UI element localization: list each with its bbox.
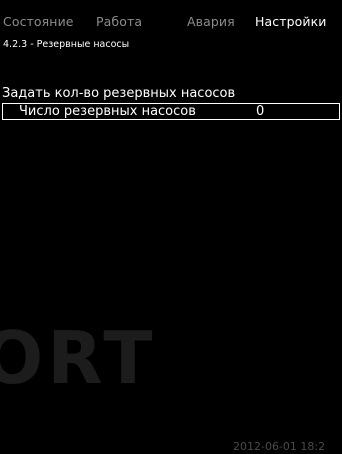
tab-status[interactable]: Состояние	[3, 15, 74, 29]
tab-alarm[interactable]: Авария	[187, 15, 235, 29]
tab-operation[interactable]: Работа	[96, 15, 142, 29]
setting-label: Число резервных насосов	[19, 104, 196, 119]
datetime-readout: 2012-06-01 18:2	[233, 440, 326, 453]
breadcrumb: 4.2.3 - Резервные насосы	[3, 39, 130, 50]
tab-settings[interactable]: Настройки	[255, 15, 327, 29]
menu-tabs: Состояние Работа Авария Настройки	[0, 0, 342, 36]
section-title: Задать кол-во резервных насосов	[2, 86, 236, 101]
watermark-logo: ORT	[0, 316, 157, 400]
setting-value: 0	[256, 104, 265, 119]
standby-pumps-setting-row[interactable]: Число резервных насосов 0	[2, 103, 340, 120]
controller-screen: Состояние Работа Авария Настройки 4.2.3 …	[0, 0, 342, 454]
